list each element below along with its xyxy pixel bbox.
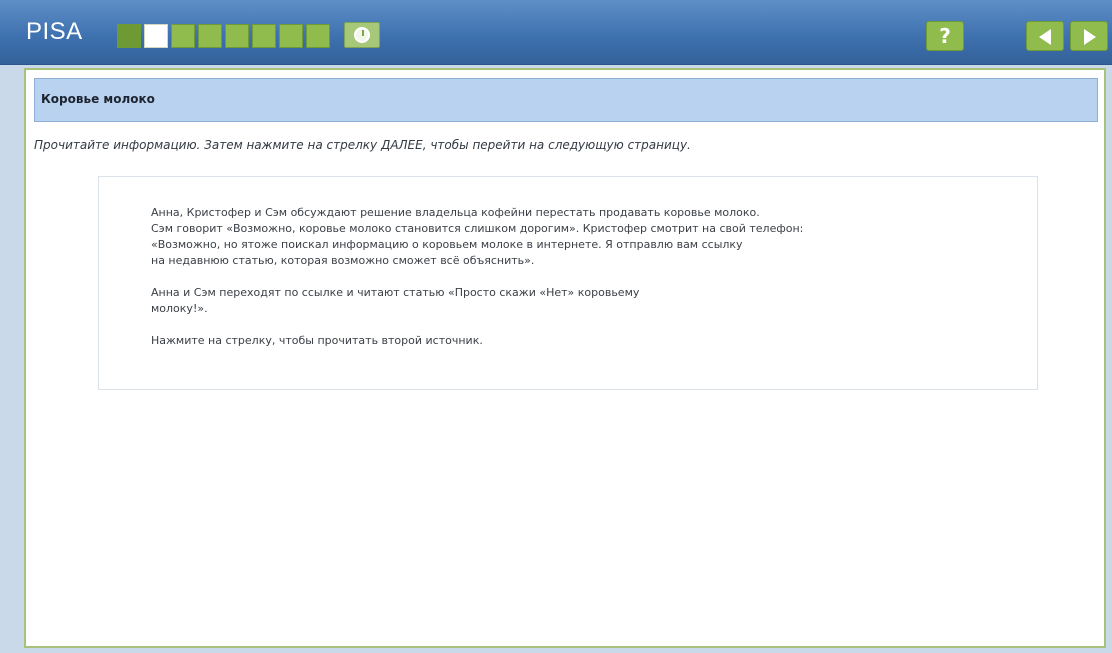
stimulus-paragraph: Анна и Сэм переходят по ссылке и читают … <box>151 286 640 315</box>
app-title: PISA <box>26 18 83 45</box>
progress-segment <box>279 24 303 48</box>
help-button[interactable]: ? <box>926 21 964 51</box>
arrow-right-icon <box>1084 29 1096 45</box>
stimulus-paragraph: Нажмите на стрелку, чтобы прочитать втор… <box>151 334 483 347</box>
clock-icon <box>354 27 370 43</box>
stimulus-text: Анна, Кристофер и Сэм обсуждают решение … <box>151 205 1021 365</box>
progress-segment <box>144 24 168 48</box>
top-toolbar: PISA ? <box>0 0 1112 65</box>
progress-segment <box>198 24 222 48</box>
progress-segment <box>117 24 141 48</box>
unit-title: Коровье молоко <box>41 92 155 106</box>
stimulus-box: Анна, Кристофер и Сэм обсуждают решение … <box>98 176 1038 390</box>
progress-segment <box>171 24 195 48</box>
stimulus-paragraph: Анна, Кристофер и Сэм обсуждают решение … <box>151 206 804 267</box>
unit-title-bar: Коровье молоко <box>34 78 1098 122</box>
instruction-text: Прочитайте информацию. Затем нажмите на … <box>34 138 691 152</box>
arrow-left-icon <box>1039 29 1051 45</box>
progress-indicator <box>117 24 330 48</box>
progress-segment <box>225 24 249 48</box>
previous-button[interactable] <box>1026 21 1064 51</box>
next-button[interactable] <box>1070 21 1108 51</box>
progress-segment <box>306 24 330 48</box>
timer-button[interactable] <box>344 22 380 48</box>
progress-segment <box>252 24 276 48</box>
main-panel: Коровье молоко Прочитайте информацию. За… <box>24 68 1106 648</box>
